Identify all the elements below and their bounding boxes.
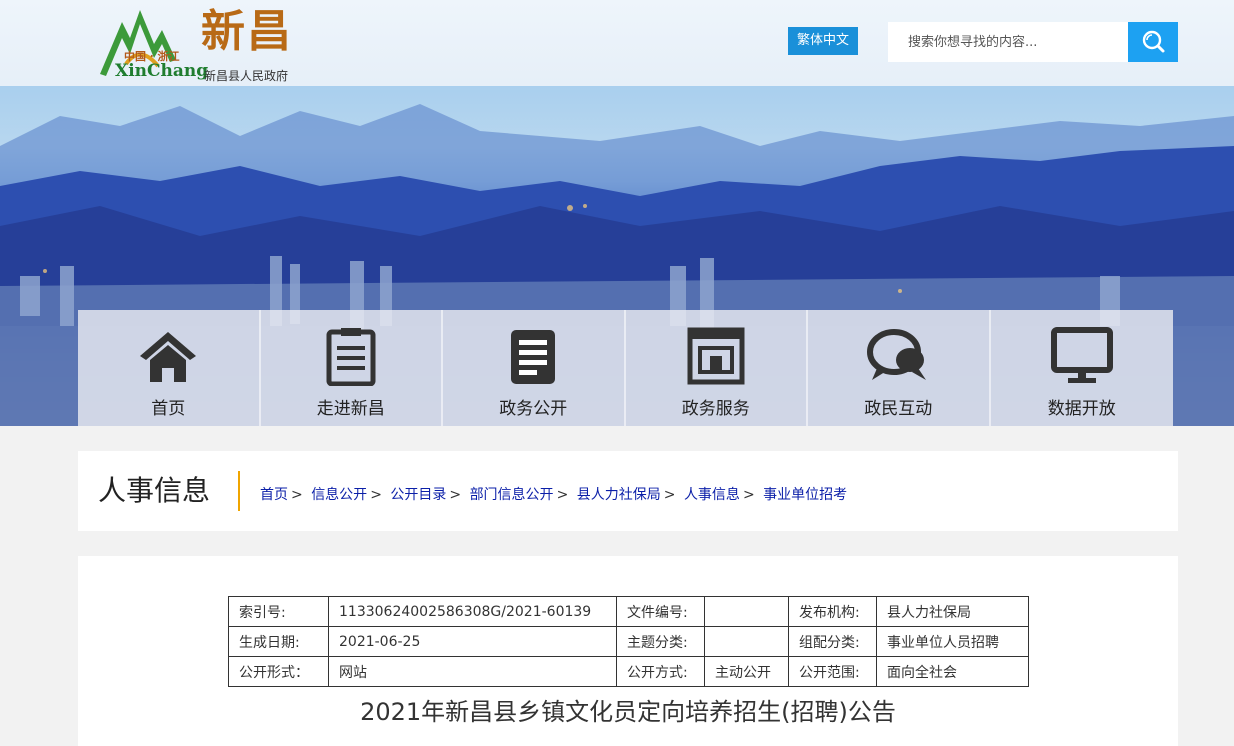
- breadcrumb: 首页 > 信息公开 > 公开目录 > 部门信息公开 > 县人力社保局 > 人事信息 > 事业…: [260, 484, 847, 504]
- meta-value: 事业单位人员招聘: [876, 626, 1029, 657]
- nav-item-interaction[interactable]: 政民互动: [808, 310, 991, 426]
- nav-item-label: 走进新昌: [316, 399, 385, 419]
- nav-item-about[interactable]: 走进新昌: [260, 310, 443, 426]
- main-navigation: 首页 走进新昌 政务公开 政务服务 政民互动 数据开放: [78, 310, 1173, 426]
- section-header: 人事信息 首页 > 信息公开 > 公开目录 > 部门信息公开 > 县人力社保局 > 人事信…: [78, 451, 1178, 531]
- meta-key: 生成日期:: [228, 626, 329, 657]
- section-title: 人事信息: [98, 474, 211, 507]
- news-doc-icon: [511, 330, 556, 384]
- nav-item-government-service[interactable]: 政务服务: [625, 310, 808, 426]
- meta-value: 2021-06-25: [328, 626, 617, 657]
- breadcrumb-separator: >: [663, 487, 676, 503]
- table-row: 索引号: 11330624002586308G/2021-60139 文件编号:…: [228, 596, 1029, 627]
- document-meta-table: 索引号: 11330624002586308G/2021-60139 文件编号:…: [228, 596, 1029, 687]
- breadcrumb-separator: >: [449, 487, 462, 503]
- home-icon: [140, 332, 197, 382]
- meta-value: 面向全社会: [876, 656, 1029, 687]
- meta-value: [704, 626, 789, 657]
- search-input[interactable]: [888, 22, 1128, 62]
- site-logo[interactable]: 中国 · 浙江 新昌 XinChang 新昌县人民政府: [96, 4, 306, 83]
- service-window-icon: [687, 327, 745, 385]
- nav-item-home[interactable]: 首页: [78, 310, 261, 426]
- breadcrumb-separator: >: [291, 487, 303, 503]
- site-header: 中国 · 浙江 新昌 XinChang 新昌县人民政府 繁体中文: [0, 0, 1234, 86]
- meta-value: 主动公开: [704, 656, 789, 687]
- document-title: 2021年新昌县乡镇文化员定向培养招生(招聘)公告: [360, 698, 896, 726]
- nav-item-open-data[interactable]: 数据开放: [990, 310, 1173, 426]
- search-box: [888, 22, 1178, 62]
- meta-key: 文件编号:: [616, 596, 705, 627]
- breadcrumb-home[interactable]: 首页: [260, 487, 288, 503]
- nav-item-label: 政务公开: [499, 399, 568, 419]
- breadcrumb-department-info[interactable]: 部门信息公开: [470, 487, 554, 503]
- meta-value: 网站: [328, 656, 617, 687]
- meta-key: 公开形式：: [228, 656, 329, 687]
- title-divider: [238, 471, 240, 511]
- logo-name: 新昌: [201, 6, 293, 57]
- breadcrumb-catalog[interactable]: 公开目录: [390, 487, 446, 503]
- meta-key: 发布机构:: [788, 596, 877, 627]
- meta-key: 索引号:: [228, 596, 329, 627]
- nav-item-label: 数据开放: [1047, 399, 1116, 419]
- table-row: 生成日期: 2021-06-25 主题分类: 组配分类: 事业单位人员招聘: [228, 626, 1029, 657]
- breadcrumb-recruitment[interactable]: 事业单位招考: [763, 487, 847, 503]
- document-list-icon: [326, 328, 376, 386]
- search-button[interactable]: [1128, 22, 1178, 62]
- meta-value: 11330624002586308G/2021-60139: [328, 596, 617, 627]
- breadcrumb-info-public[interactable]: 信息公开: [311, 487, 367, 503]
- meta-value: 县人力社保局: [876, 596, 1029, 627]
- article-panel: 索引号: 11330624002586308G/2021-60139 文件编号:…: [78, 556, 1178, 746]
- table-row: 公开形式： 网站 公开方式: 主动公开 公开范围: 面向全社会: [228, 656, 1029, 687]
- meta-key: 公开方式:: [616, 656, 705, 687]
- meta-key: 公开范围:: [788, 656, 877, 687]
- chat-bubbles-icon: [867, 329, 927, 380]
- breadcrumb-separator: >: [370, 487, 382, 503]
- logo-english-name: XinChang: [115, 61, 209, 81]
- breadcrumb-separator: >: [742, 487, 755, 503]
- search-icon: [1142, 30, 1165, 53]
- nav-item-label: 政民互动: [864, 399, 933, 419]
- nav-item-label: 首页: [151, 399, 186, 419]
- breadcrumb-separator: >: [556, 487, 569, 503]
- meta-key: 组配分类:: [788, 626, 877, 657]
- traditional-chinese-button[interactable]: 繁体中文: [788, 27, 858, 55]
- meta-value: [704, 596, 789, 627]
- logo-subtitle: 新昌县人民政府: [204, 69, 289, 83]
- nav-item-label: 政务服务: [681, 399, 750, 419]
- meta-key: 主题分类:: [616, 626, 705, 657]
- breadcrumb-personnel-info[interactable]: 人事信息: [684, 487, 740, 503]
- monitor-icon: [1050, 327, 1113, 383]
- breadcrumb-hr-bureau[interactable]: 县人力社保局: [577, 487, 661, 503]
- nav-item-government-info[interactable]: 政务公开: [443, 310, 626, 426]
